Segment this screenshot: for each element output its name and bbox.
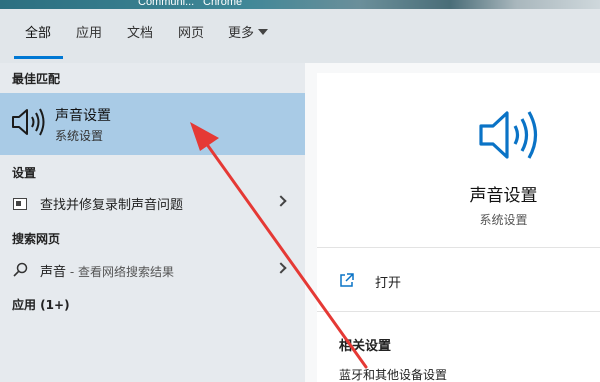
- chevron-right-icon[interactable]: [275, 262, 287, 274]
- chevron-right-icon[interactable]: [275, 195, 287, 207]
- best-match-subtitle: 系统设置: [55, 129, 104, 143]
- tab-more[interactable]: 更多: [228, 26, 269, 60]
- detail-card: 声音设置 系统设置 打开 相关设置 蓝牙和其他设备设置: [317, 73, 600, 382]
- best-match-result[interactable]: 声音设置 系统设置: [0, 93, 305, 155]
- detail-title: 声音设置: [469, 186, 538, 206]
- tab-documents[interactable]: 文档: [127, 26, 153, 60]
- result-web-search[interactable]: 声音 - 查看网络搜索结果: [0, 254, 305, 284]
- search-scope-tabs: 全部 应用 文档 网页 更多: [0, 9, 600, 63]
- tab-web[interactable]: 网页: [178, 26, 204, 60]
- active-tab-indicator: [14, 56, 63, 59]
- result-label: 查找并修复录制声音问题: [40, 198, 184, 213]
- desktop-background: Communi... Chrome: [0, 0, 600, 9]
- desktop-icon-label[interactable]: Communi...: [138, 0, 194, 8]
- desktop-icon-label[interactable]: Chrome: [203, 0, 242, 8]
- apps-header[interactable]: 应用 (1+): [12, 296, 70, 313]
- result-detail-panel: 声音设置 系统设置 打开 相关设置 蓝牙和其他设备设置: [305, 63, 600, 382]
- settings-header: 设置: [12, 166, 37, 180]
- open-action[interactable]: 打开: [339, 269, 539, 293]
- web-search-header: 搜索网页: [12, 232, 61, 246]
- divider: [317, 247, 600, 248]
- speaker-icon: [477, 108, 541, 166]
- divider: [317, 311, 600, 312]
- troubleshoot-icon: [13, 195, 27, 214]
- web-query: 声音: [40, 265, 67, 280]
- web-query-suffix: - 查看网络搜索结果: [66, 265, 174, 279]
- result-troubleshoot-recording[interactable]: 查找并修复录制声音问题: [0, 187, 305, 217]
- tab-apps[interactable]: 应用: [76, 26, 102, 60]
- search-results-panel: 最佳匹配 声音设置 系统设置 设置 查找并修复录制声音问题 搜索网页 声音 - …: [0, 63, 305, 382]
- result-label: 声音 - 查看网络搜索结果: [40, 261, 174, 280]
- search-icon: [13, 262, 28, 281]
- open-external-icon: [339, 272, 355, 292]
- open-label: 打开: [375, 276, 402, 291]
- tab-more-label: 更多: [228, 26, 255, 41]
- related-setting-link[interactable]: 蓝牙和其他设备设置: [339, 366, 447, 382]
- best-match-title: 声音设置: [55, 108, 111, 124]
- speaker-icon: [10, 107, 46, 141]
- tab-all[interactable]: 全部: [25, 26, 51, 60]
- detail-subtitle: 系统设置: [479, 213, 528, 227]
- chevron-down-icon: [258, 29, 269, 35]
- best-match-header: 最佳匹配: [12, 72, 61, 86]
- related-settings-header: 相关设置: [339, 339, 392, 354]
